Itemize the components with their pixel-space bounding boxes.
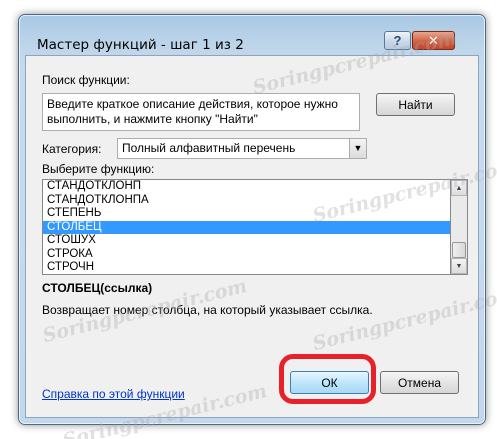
cancel-button[interactable]: Отмена <box>380 371 459 394</box>
close-icon: ✕ <box>428 32 439 48</box>
help-icon: ? <box>393 33 402 48</box>
scroll-thumb[interactable] <box>452 242 466 258</box>
function-description: Возвращает номер столбца, на который ука… <box>42 303 373 317</box>
close-title-button[interactable]: ✕ <box>412 31 455 50</box>
chevron-down-icon[interactable]: ▼ <box>349 139 366 158</box>
category-label: Категория: <box>42 142 102 156</box>
function-list-item[interactable]: СТРОКА <box>43 248 450 262</box>
function-list-item[interactable]: СТОШУХ <box>43 234 450 248</box>
ok-button-highlight <box>279 354 376 404</box>
scroll-up-icon[interactable]: ▲ <box>451 180 467 196</box>
function-list-label: Выберите функцию: <box>42 162 155 176</box>
function-list-item[interactable]: СТАНДОТКЛОНПА <box>43 194 450 208</box>
function-list-scrollbar[interactable]: ▲ ▼ <box>451 179 468 275</box>
dialog-title: Мастер функций - шаг 1 из 2 <box>37 37 244 53</box>
function-list-item[interactable]: СТОЛБЕЦ <box>43 220 450 234</box>
function-signature: СТОЛБЕЦ(ссылка) <box>42 281 153 295</box>
category-selected-value: Полный алфавитный перечень <box>122 141 296 155</box>
function-list-item[interactable]: СТЕПЕНЬ <box>43 207 450 221</box>
search-input[interactable]: Введите краткое описание действия, котор… <box>42 93 360 131</box>
function-list-item[interactable]: СТАНДОТКЛОНП <box>43 180 450 194</box>
function-wizard-dialog: Мастер функций - шаг 1 из 2 ? ✕ Поиск фу… <box>18 14 486 425</box>
function-help-link[interactable]: Справка по этой функции <box>42 387 185 401</box>
find-button[interactable]: Найти <box>376 93 455 116</box>
search-label: Поиск функции: <box>42 73 130 87</box>
scroll-down-icon[interactable]: ▼ <box>451 258 467 274</box>
category-select[interactable]: Полный алфавитный перечень ▼ <box>117 138 367 159</box>
help-title-button[interactable]: ? <box>384 31 411 50</box>
function-list-item[interactable]: СТРОЧН <box>43 261 450 274</box>
function-listbox[interactable]: СТАНДОТКЛОНП СТАНДОТКЛОНПА СТЕПЕНЬ СТОЛБЕЦ С… <box>42 179 451 275</box>
